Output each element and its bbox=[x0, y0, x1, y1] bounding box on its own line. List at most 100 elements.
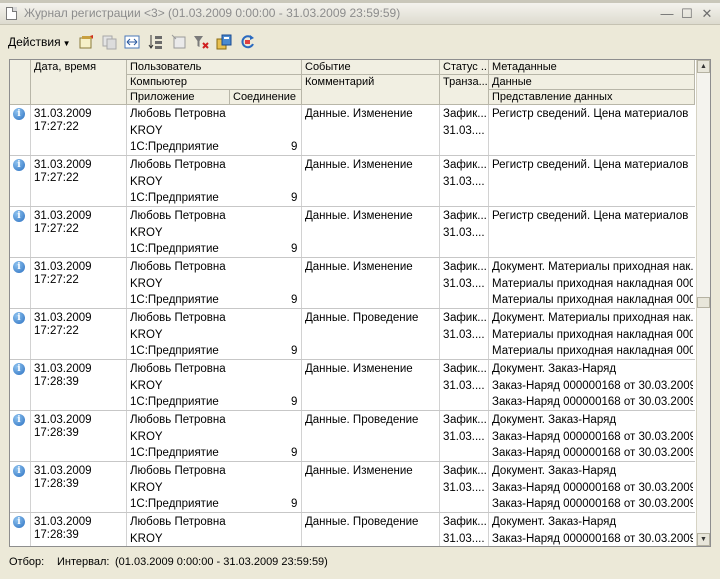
row-event: Данные. Изменение bbox=[305, 465, 413, 477]
configure-list-icon[interactable] bbox=[171, 34, 187, 50]
status-cell[interactable]: Зафик... 31.03.... bbox=[440, 105, 489, 155]
open-record-icon[interactable] bbox=[78, 34, 94, 50]
datetime-cell[interactable]: 31.03.2009 17:27:22 bbox=[31, 207, 127, 257]
row-metadata: Документ. Заказ-Наряд bbox=[492, 414, 617, 426]
metadata-cell[interactable]: Документ. Заказ-Наряд Заказ-Наряд 0000001… bbox=[489, 462, 695, 512]
row-status: Зафик... bbox=[443, 465, 487, 477]
header-data[interactable]: Данные bbox=[489, 75, 695, 90]
event-cell[interactable]: Данные. Изменение bbox=[302, 360, 440, 410]
metadata-cell[interactable]: Документ. Заказ-Наряд Заказ-Наряд 0000001… bbox=[489, 411, 695, 461]
event-cell[interactable]: Данные. Проведение bbox=[302, 309, 440, 359]
scroll-down-icon[interactable]: ▼ bbox=[697, 533, 710, 546]
row-computer: KROY bbox=[130, 278, 163, 290]
table-row[interactable]: i 31.03.2009 17:27:22 Любовь Петровна KROY 1С… bbox=[10, 258, 695, 309]
scroll-up-icon[interactable]: ▲ bbox=[697, 60, 710, 73]
close-button[interactable]: ✕ bbox=[699, 6, 715, 21]
event-cell[interactable]: Данные. Проведение bbox=[302, 513, 440, 546]
datetime-cell[interactable]: 31.03.2009 17:28:39 bbox=[31, 462, 127, 512]
header-data-presentation[interactable]: Представление данных bbox=[489, 90, 695, 105]
user-cell[interactable]: Любовь ПетровнаKROY1С:Предприятие9 bbox=[127, 207, 302, 257]
status-cell[interactable]: Зафик... 31.03.... bbox=[440, 258, 489, 308]
metadata-cell[interactable]: Регистр сведений. Цена материалов bbox=[489, 207, 695, 257]
user-cell[interactable]: Любовь ПетровнаKROY1С:Предприятие9 bbox=[127, 462, 302, 512]
event-log-table[interactable]: Дата, время Пользователь Компьютер Прило… bbox=[9, 59, 711, 547]
metadata-cell[interactable]: Регистр сведений. Цена материалов bbox=[489, 105, 695, 155]
table-row[interactable]: i 31.03.2009 17:27:22 Любовь Петровна KROY 1С… bbox=[10, 156, 695, 207]
header-user[interactable]: Пользователь bbox=[127, 60, 302, 75]
row-data: Заказ-Наряд 000000168 от 30.03.2009... bbox=[492, 380, 693, 392]
row-time: 17:28:39 bbox=[34, 376, 79, 388]
event-cell[interactable]: Данные. Изменение bbox=[302, 258, 440, 308]
vertical-scrollbar[interactable]: ▲ ▼ bbox=[696, 60, 710, 546]
table-row[interactable]: i 31.03.2009 17:27:22 Любовь Петровна KROY 1С… bbox=[10, 207, 695, 258]
row-data-presentation: Заказ-Наряд 000000168 от 30.03.2009... bbox=[492, 396, 693, 408]
header-datetime[interactable]: Дата, время bbox=[31, 60, 127, 105]
minimize-button[interactable]: — bbox=[659, 6, 675, 21]
user-cell[interactable]: Любовь ПетровнаKROY1С:Предприятие9 bbox=[127, 105, 302, 155]
header-metadata[interactable]: Метаданные bbox=[489, 60, 695, 75]
row-metadata: Документ. Заказ-Наряд bbox=[492, 516, 617, 528]
refresh-icon[interactable] bbox=[240, 34, 256, 50]
sort-icon[interactable] bbox=[148, 34, 164, 50]
dropdown-arrow-icon: ▼ bbox=[62, 39, 71, 48]
user-cell[interactable]: Любовь ПетровнаKROY1С:Предприятие9 bbox=[127, 309, 302, 359]
event-cell[interactable]: Данные. Изменение bbox=[302, 156, 440, 206]
user-cell[interactable]: Любовь ПетровнаKROY1С:Предприятие9 bbox=[127, 513, 302, 546]
header-transaction[interactable]: Транза... bbox=[440, 75, 489, 105]
row-icon-cell: i bbox=[10, 156, 31, 206]
user-cell[interactable]: Любовь ПетровнаKROY1С:Предприятие9 bbox=[127, 156, 302, 206]
event-cell[interactable]: Данные. Изменение bbox=[302, 105, 440, 155]
metadata-cell[interactable]: Документ. Материалы приходная нак... Мате… bbox=[489, 309, 695, 359]
header-comment[interactable]: Комментарий bbox=[302, 75, 440, 105]
user-cell[interactable]: Любовь ПетровнаKROY1С:Предприятие9 bbox=[127, 411, 302, 461]
event-cell[interactable]: Данные. Изменение bbox=[302, 207, 440, 257]
user-cell[interactable]: Любовь ПетровнаKROY1С:Предприятие9 bbox=[127, 258, 302, 308]
row-time: 17:28:39 bbox=[34, 529, 79, 541]
metadata-cell[interactable]: Регистр сведений. Цена материалов bbox=[489, 156, 695, 206]
datetime-cell[interactable]: 31.03.2009 17:27:22 bbox=[31, 156, 127, 206]
header-computer[interactable]: Компьютер bbox=[127, 75, 302, 90]
status-cell[interactable]: Зафик... 31.03.... bbox=[440, 207, 489, 257]
table-row[interactable]: i31.03.200917:28:39Любовь ПетровнаKROY1С… bbox=[10, 360, 695, 411]
status-cell[interactable]: Зафик... 31.03.... bbox=[440, 513, 489, 546]
datetime-cell[interactable]: 31.03.2009 17:28:39 bbox=[31, 513, 127, 546]
copy-icon[interactable] bbox=[101, 34, 117, 50]
row-connection: 9 bbox=[291, 192, 298, 204]
metadata-cell[interactable]: Документ. Материалы приходная нак... Мате… bbox=[489, 258, 695, 308]
info-icon: i bbox=[13, 414, 25, 426]
row-status: Зафик... bbox=[443, 516, 487, 528]
table-row[interactable]: i31.03.200917:28:39Любовь ПетровнаKROY1С… bbox=[10, 462, 695, 513]
datetime-cell[interactable]: 31.03.2009 17:27:22 bbox=[31, 309, 127, 359]
status-cell[interactable]: Зафик... 31.03.... bbox=[440, 411, 489, 461]
datetime-cell[interactable]: 31.03.2009 17:27:22 bbox=[31, 258, 127, 308]
header-application[interactable]: Приложение bbox=[127, 90, 230, 105]
header-status[interactable]: Статус ... bbox=[440, 60, 489, 75]
interval-icon[interactable] bbox=[124, 34, 140, 50]
user-cell[interactable]: Любовь ПетровнаKROY1С:Предприятие9 bbox=[127, 360, 302, 410]
header-connection[interactable]: Соединение bbox=[230, 90, 302, 105]
export-icon[interactable] bbox=[216, 34, 232, 50]
metadata-cell[interactable]: Документ. Заказ-Наряд Заказ-Наряд 0000001… bbox=[489, 360, 695, 410]
status-cell[interactable]: Зафик... 31.03.... bbox=[440, 309, 489, 359]
table-row[interactable]: i 31.03.200917:28:39Любовь ПетровнаKROY1С… bbox=[10, 411, 695, 462]
datetime-cell[interactable]: 31.03.2009 17:28:39 bbox=[31, 411, 127, 461]
event-cell[interactable]: Данные. Изменение bbox=[302, 462, 440, 512]
window-titlebar[interactable]: Журнал регистрации <3> (01.03.2009 0:00:… bbox=[0, 3, 720, 25]
table-row[interactable]: i31.03.200917:28:39Любовь ПетровнаKROY1С… bbox=[10, 513, 695, 546]
datetime-cell[interactable]: 31.03.2009 17:28:39 bbox=[31, 360, 127, 410]
maximize-button[interactable]: ☐ bbox=[679, 6, 695, 21]
row-user: Любовь Петровна bbox=[130, 261, 226, 273]
status-cell[interactable]: Зафик... 31.03.... bbox=[440, 156, 489, 206]
table-row[interactable]: i 31.03.2009 17:27:22 Любовь Петровна KROY 1С… bbox=[10, 309, 695, 360]
event-cell[interactable]: Данные. Проведение bbox=[302, 411, 440, 461]
metadata-cell[interactable]: Документ. Заказ-Наряд Заказ-Наряд 0000001… bbox=[489, 513, 695, 546]
status-cell[interactable]: Зафик... 31.03.... bbox=[440, 360, 489, 410]
scroll-thumb[interactable] bbox=[697, 297, 710, 308]
row-user: Любовь Петровна bbox=[130, 363, 226, 375]
datetime-cell[interactable]: 31.03.2009 17:27:22 bbox=[31, 105, 127, 155]
clear-filter-icon[interactable] bbox=[193, 34, 209, 50]
header-event[interactable]: Событие bbox=[302, 60, 440, 75]
table-row[interactable]: i 31.03.2009 17:27:22 Любовь Петровна KROY 1С… bbox=[10, 105, 695, 156]
status-cell[interactable]: Зафик... 31.03.... bbox=[440, 462, 489, 512]
actions-menu-button[interactable]: Действия ▼ bbox=[8, 35, 71, 49]
